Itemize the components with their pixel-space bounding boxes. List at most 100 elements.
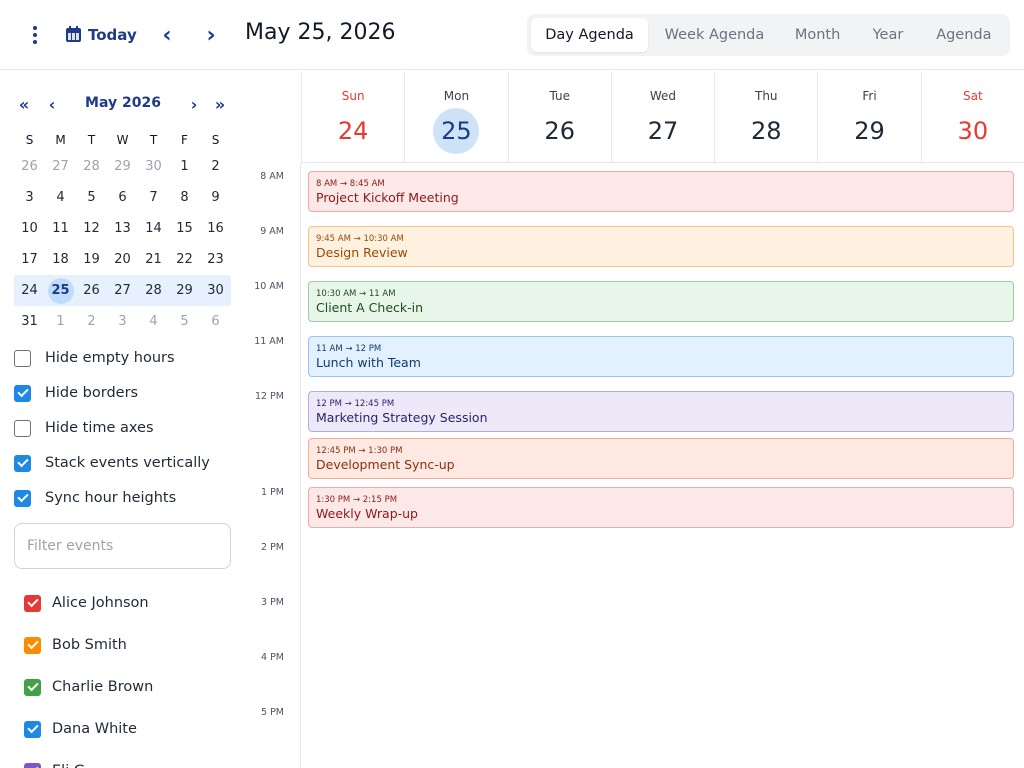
- mini-calendar-day[interactable]: 22: [169, 252, 200, 267]
- weekday-label: T: [87, 133, 96, 147]
- mini-calendar-day[interactable]: 30: [200, 283, 231, 298]
- mini-calendar-day[interactable]: 23: [200, 252, 231, 267]
- mini-calendar-day[interactable]: 7: [138, 190, 169, 205]
- user-checkbox[interactable]: [24, 720, 41, 738]
- checkbox-hide-time-axes[interactable]: [14, 419, 31, 437]
- current-date-title: May 25, 2026: [245, 20, 396, 45]
- event-client-a-check-in[interactable]: 10:30 AM → 11 AM Client A Check-in: [308, 281, 1014, 322]
- mini-calendar-day[interactable]: 24: [14, 283, 45, 298]
- event-development-sync-up[interactable]: 12:45 PM → 1:30 PM Development Sync-up: [308, 438, 1014, 479]
- day-column-sun[interactable]: Sun 24: [301, 71, 404, 162]
- tab-agenda[interactable]: Agenda: [922, 18, 1006, 52]
- option-stack-events-vertically[interactable]: Stack events vertically: [14, 453, 210, 473]
- mini-calendar-day[interactable]: 21: [138, 252, 169, 267]
- mini-calendar-day[interactable]: 14: [138, 221, 169, 236]
- mini-calendar-day[interactable]: 3: [107, 314, 138, 329]
- mini-calendar-day[interactable]: 29: [169, 283, 200, 298]
- mini-calendar-day[interactable]: 26: [14, 159, 45, 174]
- day-name: Wed: [649, 89, 677, 103]
- mini-calendar-day[interactable]: 28: [138, 283, 169, 298]
- time-axis: 8 AM 9 AM 10 AM 11 AM 12 PM 1 PM 2 PM 3 PM 4 PM 5…: [245, 163, 301, 768]
- tab-month[interactable]: Month: [781, 18, 854, 52]
- day-column-mon[interactable]: Mon 25: [404, 71, 507, 162]
- mini-calendar-day[interactable]: 4: [138, 314, 169, 329]
- user-filter-charlie-brown[interactable]: Charlie Brown: [24, 677, 153, 697]
- user-checkbox[interactable]: [24, 678, 41, 696]
- mini-calendar-day[interactable]: 1: [169, 159, 200, 174]
- mini-calendar-day[interactable]: 11: [45, 221, 76, 236]
- chevron-left-icon[interactable]: ‹: [154, 22, 180, 48]
- tab-year[interactable]: Year: [854, 18, 921, 52]
- chevron-right-icon[interactable]: ›: [184, 93, 204, 115]
- event-marketing-strategy-session[interactable]: 12 PM → 12:45 PM Marketing Strategy Sessi…: [308, 391, 1014, 432]
- user-filter-dana-white[interactable]: Dana White: [24, 719, 137, 739]
- agenda-events: 8 AM → 8:45 AM Project Kickoff Meeting 9:4…: [301, 163, 1024, 768]
- user-filter-eli-g[interactable]: Eli G: [24, 761, 85, 768]
- mini-calendar-day[interactable]: 5: [169, 314, 200, 329]
- mini-calendar-day[interactable]: 19: [76, 252, 107, 267]
- checkbox-sync-hour-heights[interactable]: [14, 489, 31, 507]
- weekday-label: S: [211, 133, 220, 147]
- day-column-thu[interactable]: Thu 28: [714, 71, 817, 162]
- today-button[interactable]: Today: [66, 22, 137, 48]
- day-column-sat[interactable]: Sat 30: [920, 71, 1024, 162]
- mini-calendar-day[interactable]: 27: [107, 283, 138, 298]
- mini-calendar-day[interactable]: 1: [45, 314, 76, 329]
- hour-label: 1 PM: [261, 487, 284, 498]
- mini-calendar-day[interactable]: 26: [76, 283, 107, 298]
- mini-calendar-day[interactable]: 15: [169, 221, 200, 236]
- mini-calendar-day[interactable]: 5: [76, 190, 107, 205]
- event-lunch-with-team[interactable]: 11 AM → 12 PM Lunch with Team: [308, 336, 1014, 377]
- mini-calendar-day[interactable]: 4: [45, 190, 76, 205]
- mini-calendar-day[interactable]: 29: [107, 159, 138, 174]
- mini-calendar-day[interactable]: 3: [14, 190, 45, 205]
- mini-calendar-day[interactable]: 30: [138, 159, 169, 174]
- option-hide-borders[interactable]: Hide borders: [14, 383, 138, 403]
- mini-calendar-day[interactable]: 2: [200, 159, 231, 174]
- day-column-tue[interactable]: Tue 26: [507, 71, 611, 162]
- mini-calendar-day[interactable]: 28: [76, 159, 107, 174]
- mini-calendar-day[interactable]: 31: [14, 314, 45, 329]
- mini-calendar-day[interactable]: 17: [14, 252, 45, 267]
- event-design-review[interactable]: 9:45 AM → 10:30 AM Design Review: [308, 226, 1014, 267]
- user-checkbox[interactable]: [24, 762, 41, 768]
- mini-calendar-day[interactable]: 6: [107, 190, 138, 205]
- event-time: 12:45 PM → 1:30 PM: [316, 446, 403, 456]
- mini-calendar-day[interactable]: 20: [107, 252, 138, 267]
- mini-calendar-day[interactable]: 2: [76, 314, 107, 329]
- option-hide-time-axes[interactable]: Hide time axes: [14, 418, 154, 438]
- option-sync-hour-heights[interactable]: Sync hour heights: [14, 488, 176, 508]
- mini-calendar-day[interactable]: 27: [45, 159, 76, 174]
- mini-calendar-day[interactable]: 12: [76, 221, 107, 236]
- chevron-right-icon[interactable]: ›: [198, 22, 224, 48]
- user-filter-alice-johnson[interactable]: Alice Johnson: [24, 593, 149, 613]
- day-column-wed[interactable]: Wed 27: [610, 71, 714, 162]
- event-title: Development Sync-up: [316, 457, 455, 472]
- mini-calendar-day[interactable]: 10: [14, 221, 45, 236]
- user-checkbox[interactable]: [24, 636, 41, 654]
- tab-week-agenda[interactable]: Week Agenda: [648, 18, 781, 52]
- tab-day-agenda[interactable]: Day Agenda: [531, 18, 649, 52]
- mini-calendar-selected-day[interactable]: 25: [45, 277, 76, 304]
- user-checkbox[interactable]: [24, 594, 41, 612]
- event-title: Weekly Wrap-up: [316, 506, 418, 521]
- checkbox-stack-events-vertically[interactable]: [14, 454, 31, 472]
- mini-calendar-day[interactable]: 6: [200, 314, 231, 329]
- mini-calendar-day[interactable]: 13: [107, 221, 138, 236]
- double-chevron-right-icon[interactable]: »: [210, 93, 230, 115]
- event-weekly-wrap-up[interactable]: 1:30 PM → 2:15 PM Weekly Wrap-up: [308, 487, 1014, 528]
- mini-calendar-day[interactable]: 18: [45, 252, 76, 267]
- user-name: Bob Smith: [52, 637, 127, 653]
- checkbox-hide-borders[interactable]: [14, 384, 31, 402]
- day-column-fri[interactable]: Fri 29: [817, 71, 920, 162]
- mini-calendar-day[interactable]: 9: [200, 190, 231, 205]
- mini-calendar-day[interactable]: 8: [169, 190, 200, 205]
- option-hide-empty-hours[interactable]: Hide empty hours: [14, 348, 175, 368]
- mini-calendar-day[interactable]: 16: [200, 221, 231, 236]
- event-title: Lunch with Team: [316, 355, 421, 370]
- event-project-kickoff-meeting[interactable]: 8 AM → 8:45 AM Project Kickoff Meeting: [308, 171, 1014, 212]
- more-vertical-icon[interactable]: [22, 22, 48, 48]
- checkbox-hide-empty-hours[interactable]: [14, 349, 31, 367]
- filter-events-input[interactable]: [14, 523, 231, 569]
- user-filter-bob-smith[interactable]: Bob Smith: [24, 635, 127, 655]
